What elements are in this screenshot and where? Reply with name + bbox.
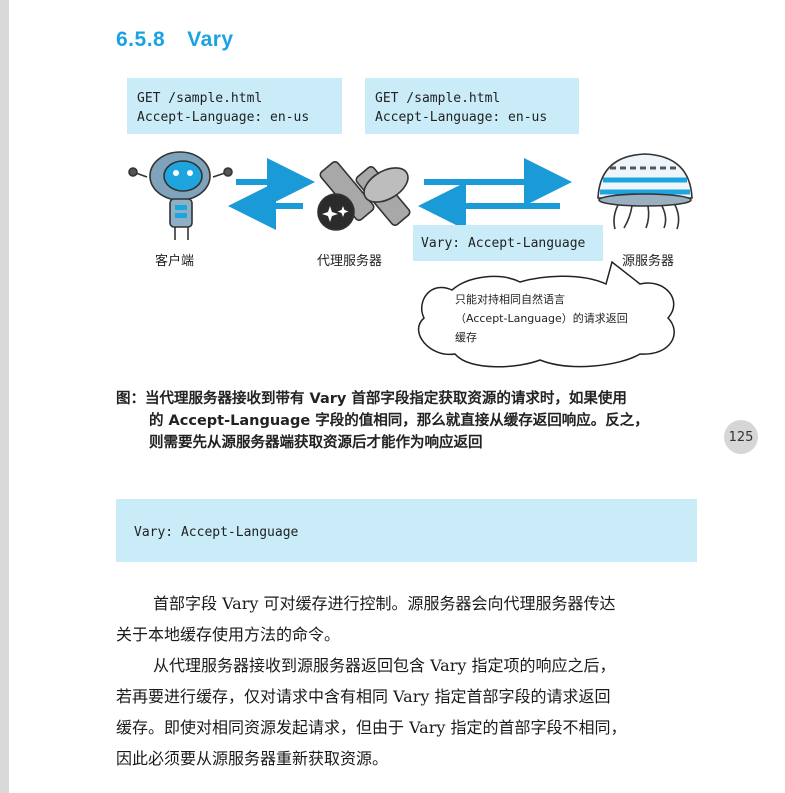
caption-line: 图：当代理服务器接收到带有 Vary 首部字段指定获取资源的请求时，如果使用	[116, 391, 627, 407]
proxy-server-icon	[317, 161, 411, 231]
paragraph-line: 从代理服务器接收到源服务器返回包含 Vary 指定项的响应之后，	[153, 656, 616, 675]
client-label: 客户端	[155, 254, 195, 269]
code-block: Vary: Accept-Language	[116, 499, 697, 562]
origin-server-icon	[597, 153, 693, 230]
response-header-text: Vary: Accept-Language	[421, 236, 586, 251]
page-number-badge: 125	[724, 420, 758, 454]
code-text: Vary: Accept-Language	[134, 525, 299, 540]
body-paragraphs: 首部字段 Vary 可对缓存进行控制。源服务器会向代理服务器传达 关于本地缓存使…	[116, 588, 701, 774]
response-header-box: Vary: Accept-Language	[413, 225, 603, 261]
origin-label: 源服务器	[622, 254, 675, 269]
request-box-client: GET /sample.html Accept-Language: en-us	[127, 78, 342, 134]
caption-line: 则需要先从源服务器端获取资源后才能作为响应返回	[149, 435, 483, 451]
request-header-line: Accept-Language: en-us	[137, 110, 310, 125]
figure-caption: 图：当代理服务器接收到带有 Vary 首部字段指定获取资源的请求时，如果使用 的…	[116, 388, 706, 454]
bubble-line: 缓存	[455, 331, 477, 344]
bubble-line: 只能对持相同自然语言	[455, 293, 565, 306]
proxy-label: 代理服务器	[317, 254, 383, 269]
request-header-line: Accept-Language: en-us	[375, 110, 548, 125]
client-robot-icon	[128, 151, 233, 240]
speech-bubble-text: 只能对持相同自然语言 （Accept-Language）的请求返回 缓存	[455, 290, 665, 347]
paragraph-line: 缓存。即使对相同资源发起请求，但由于 Vary 指定的首部字段不相同，	[116, 718, 627, 737]
bubble-line: （Accept-Language）的请求返回	[455, 312, 628, 325]
request-line: GET /sample.html	[137, 91, 263, 106]
paragraph-line: 若再要进行缓存，仅对请求中含有相同 Vary 指定首部字段的请求返回	[116, 687, 611, 706]
paragraph-line: 关于本地缓存使用方法的命令。	[116, 625, 341, 644]
paragraph-line: 因此必须要从源服务器重新获取资源。	[116, 749, 389, 768]
request-box-proxy: GET /sample.html Accept-Language: en-us	[365, 78, 579, 134]
paragraph-line: 首部字段 Vary 可对缓存进行控制。源服务器会向代理服务器传达	[153, 594, 616, 613]
request-line: GET /sample.html	[375, 91, 501, 106]
caption-line: 的 Accept-Language 字段的值相同，那么就直接从缓存返回响应。反之…	[149, 413, 649, 429]
